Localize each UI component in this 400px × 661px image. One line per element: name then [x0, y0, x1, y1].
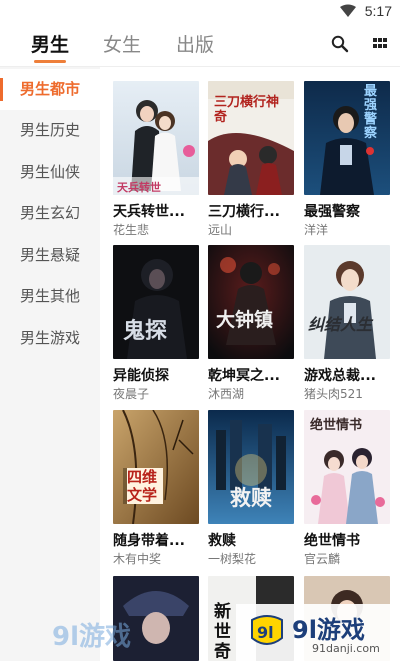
- category-xianxia[interactable]: 男生仙侠: [0, 152, 100, 193]
- cover-title: 救赎: [230, 485, 272, 510]
- cover-title: 鬼探: [123, 318, 168, 344]
- category-other[interactable]: 男生其他: [0, 276, 100, 317]
- category-sidebar: 男生都市 男生历史 男生仙侠 男生玄幻 男生悬疑 男生其他 男生游戏: [0, 67, 100, 661]
- cover-title: 三刀横行神奇: [214, 95, 280, 125]
- status-time: 5:17: [364, 3, 392, 19]
- book-cover[interactable]: 三刀横行神奇: [208, 81, 294, 195]
- cover-title: 天兵转世: [117, 181, 161, 194]
- book-title: 天兵转世...: [113, 204, 185, 220]
- book-title: 游戏总裁...: [304, 368, 376, 384]
- search-icon[interactable]: [330, 34, 350, 54]
- cover-title: 绝世情书: [310, 418, 363, 433]
- svg-text:9l: 9l: [257, 623, 274, 642]
- book-cover[interactable]: 四维文学: [113, 410, 199, 524]
- category-fantasy[interactable]: 男生玄幻: [0, 193, 100, 234]
- tab-publish[interactable]: 出版: [176, 30, 214, 57]
- watermark-logo-left: 9l游戏: [52, 622, 131, 652]
- wifi-icon: [340, 4, 356, 17]
- book-title: 异能侦探: [113, 368, 169, 384]
- svg-text:9l游戏: 9l游戏: [52, 622, 131, 652]
- tab-male[interactable]: 男生: [31, 30, 69, 57]
- book-author: 官云麟: [304, 552, 341, 566]
- cover-title: 最强警察: [364, 84, 378, 141]
- book-cover[interactable]: 最强警察: [304, 81, 390, 195]
- status-bar: 5:17: [0, 0, 400, 24]
- watermark-logo: 9l游戏: [292, 616, 365, 644]
- book-author: 沐西湖: [208, 387, 245, 401]
- cover-title: 大钟镇: [216, 309, 274, 331]
- book-cover[interactable]: 绝世情书: [304, 410, 390, 524]
- grid-view-icon[interactable]: [370, 34, 390, 54]
- book-cover[interactable]: 救赎: [208, 410, 294, 524]
- book-cover[interactable]: 大钟镇: [208, 245, 294, 359]
- book-author: 远山: [208, 223, 233, 237]
- cover-title: 纠结人生: [308, 315, 373, 334]
- book-author: 夜晨子: [113, 387, 150, 401]
- watermark-url: 91danji.com: [312, 642, 380, 655]
- book-title: 绝世情书: [304, 533, 360, 549]
- book-cover[interactable]: 纠结人生: [304, 245, 390, 359]
- tab-indicator: [34, 60, 66, 63]
- category-game[interactable]: 男生游戏: [0, 318, 100, 359]
- book-title: 最强警察: [304, 204, 360, 220]
- book-author: 洋洋: [304, 223, 329, 237]
- book-title: 救赎: [208, 533, 236, 549]
- watermark-badge-icon: 9l: [251, 615, 283, 645]
- book-author: 一树梨花: [208, 552, 257, 566]
- book-title: 随身带着...: [113, 533, 185, 549]
- category-mystery[interactable]: 男生悬疑: [0, 235, 100, 276]
- category-urban[interactable]: 男生都市: [0, 69, 100, 110]
- watermark-banner: 9l 9l游戏 91danji.com: [236, 604, 400, 661]
- book-title: 乾坤冥之...: [208, 368, 280, 384]
- tab-female[interactable]: 女生: [103, 30, 141, 57]
- cover-title: 四维文学: [127, 468, 163, 504]
- category-history[interactable]: 男生历史: [0, 110, 100, 151]
- book-author: 猪头肉521: [304, 387, 363, 401]
- book-cover[interactable]: 鬼探: [113, 245, 199, 359]
- book-author: 花生悲: [113, 223, 150, 237]
- top-tab-bar: 男生 女生 出版: [0, 24, 400, 66]
- book-author: 木有中奖: [113, 552, 162, 566]
- book-title: 三刀横行...: [208, 204, 280, 220]
- book-cover[interactable]: 天兵转世: [113, 81, 199, 195]
- cover-title: 新世奇侠: [214, 602, 231, 661]
